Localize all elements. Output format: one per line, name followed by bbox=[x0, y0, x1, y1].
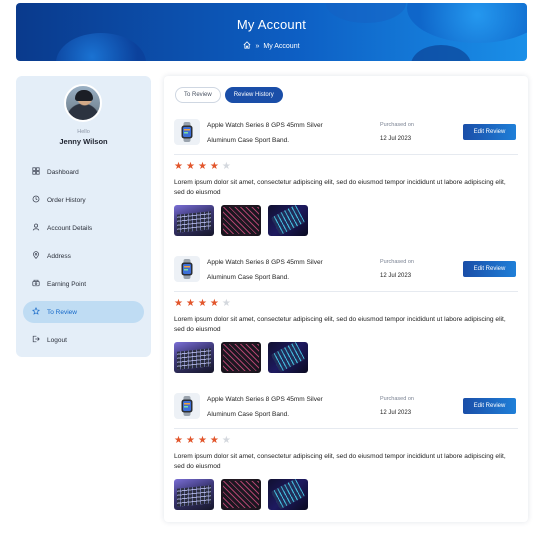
star-filled-icon: ★ bbox=[174, 161, 183, 172]
sidebar-item-label: Address bbox=[47, 252, 71, 260]
logout-icon bbox=[32, 335, 40, 345]
purchased-date: 12 Jul 2023 bbox=[380, 273, 412, 279]
purchased-label: Purchased on bbox=[380, 259, 414, 265]
sidebar-item-account-details[interactable]: Account Details bbox=[23, 217, 144, 239]
star-rating: ★ ★ ★ ★ ★ bbox=[174, 436, 231, 446]
user-icon bbox=[32, 223, 40, 233]
user-name: Jenny Wilson bbox=[59, 137, 108, 146]
review-photo-rgb-keyboard[interactable] bbox=[268, 205, 308, 236]
divider bbox=[174, 428, 518, 429]
product-variant: Aluminum Case Sport Band. bbox=[207, 137, 290, 144]
sidebar-item-label: Dashboard bbox=[47, 168, 79, 176]
breadcrumb-current: My Account bbox=[263, 42, 300, 50]
sidebar-item-earning-point[interactable]: Earning Point bbox=[23, 273, 144, 295]
product-thumbnail bbox=[174, 256, 200, 282]
review-text: Lorem ipsum dolor sit amet, consectetur … bbox=[174, 316, 506, 333]
review-item: Apple Watch Series 8 GPS 45mm Silver Alu… bbox=[174, 393, 518, 513]
star-filled-icon: ★ bbox=[209, 435, 219, 446]
review-panel: To Review Review History Apple Watch Ser… bbox=[164, 76, 528, 522]
star-filled-icon: ★ bbox=[197, 435, 207, 446]
review-photo-keycaps[interactable] bbox=[221, 342, 261, 373]
review-item: Apple Watch Series 8 GPS 45mm Silver Alu… bbox=[174, 256, 518, 376]
star-filled-icon: ★ bbox=[197, 161, 207, 172]
edit-review-button[interactable]: Edit Review bbox=[463, 398, 516, 414]
sidebar-menu: Dashboard Order History Account Details … bbox=[23, 161, 144, 357]
review-photo-keycaps[interactable] bbox=[221, 479, 261, 510]
history-icon bbox=[32, 195, 40, 205]
star-empty-icon: ★ bbox=[221, 161, 231, 172]
product-name[interactable]: Apple Watch Series 8 GPS 45mm Silver bbox=[207, 122, 323, 129]
sidebar-item-dashboard[interactable]: Dashboard bbox=[23, 161, 144, 183]
avatar bbox=[64, 84, 102, 122]
review-text: Lorem ipsum dolor sit amet, consectetur … bbox=[174, 453, 506, 470]
purchased-date: 12 Jul 2023 bbox=[380, 410, 412, 416]
review-tabs: To Review Review History bbox=[175, 87, 283, 103]
smartwatch-icon bbox=[181, 396, 193, 416]
tab-to-review[interactable]: To Review bbox=[175, 87, 221, 103]
star-rating: ★ ★ ★ ★ ★ bbox=[174, 162, 231, 172]
sidebar-item-to-review[interactable]: To Review bbox=[23, 301, 144, 323]
sidebar-item-label: Logout bbox=[47, 336, 67, 344]
edit-review-button[interactable]: Edit Review bbox=[463, 124, 516, 140]
smartwatch-icon bbox=[181, 122, 193, 142]
review-photo-keycaps[interactable] bbox=[221, 205, 261, 236]
page-title: My Account bbox=[236, 17, 307, 32]
star-icon bbox=[32, 307, 40, 317]
star-filled-icon: ★ bbox=[174, 435, 183, 446]
star-filled-icon: ★ bbox=[197, 298, 207, 309]
purchased-date: 12 Jul 2023 bbox=[380, 136, 412, 142]
page-banner: My Account » My Account bbox=[16, 3, 527, 61]
sidebar-item-label: Order History bbox=[47, 196, 86, 204]
coins-icon bbox=[32, 279, 40, 289]
smartwatch-icon bbox=[181, 259, 193, 279]
review-text: Lorem ipsum dolor sit amet, consectetur … bbox=[174, 179, 506, 196]
product-name[interactable]: Apple Watch Series 8 GPS 45mm Silver bbox=[207, 259, 323, 266]
review-photos bbox=[174, 342, 308, 373]
divider bbox=[174, 291, 518, 292]
star-rating: ★ ★ ★ ★ ★ bbox=[174, 299, 231, 309]
star-filled-icon: ★ bbox=[185, 435, 195, 446]
sidebar-item-logout[interactable]: Logout bbox=[23, 329, 144, 351]
sidebar-item-label: Account Details bbox=[47, 224, 93, 232]
review-photo-rgb-keyboard[interactable] bbox=[268, 342, 308, 373]
product-variant: Aluminum Case Sport Band. bbox=[207, 274, 290, 281]
account-sidebar: Hello Jenny Wilson Dashboard Order Histo… bbox=[16, 76, 151, 357]
product-thumbnail bbox=[174, 393, 200, 419]
product-name[interactable]: Apple Watch Series 8 GPS 45mm Silver bbox=[207, 396, 323, 403]
sidebar-item-label: Earning Point bbox=[47, 280, 87, 288]
product-variant: Aluminum Case Sport Band. bbox=[207, 411, 290, 418]
star-filled-icon: ★ bbox=[185, 298, 195, 309]
star-empty-icon: ★ bbox=[221, 298, 231, 309]
review-item: Apple Watch Series 8 GPS 45mm Silver Alu… bbox=[174, 119, 518, 239]
star-empty-icon: ★ bbox=[221, 435, 231, 446]
review-photos bbox=[174, 479, 308, 510]
product-thumbnail bbox=[174, 119, 200, 145]
purchased-label: Purchased on bbox=[380, 396, 414, 402]
home-icon[interactable] bbox=[243, 41, 251, 51]
sidebar-item-address[interactable]: Address bbox=[23, 245, 144, 267]
star-filled-icon: ★ bbox=[174, 298, 183, 309]
star-filled-icon: ★ bbox=[185, 161, 195, 172]
divider bbox=[174, 154, 518, 155]
location-pin-icon bbox=[32, 251, 40, 261]
review-photo-rgb-keyboard[interactable] bbox=[268, 479, 308, 510]
review-photos bbox=[174, 205, 308, 236]
sidebar-item-label: To Review bbox=[47, 308, 77, 316]
purchased-label: Purchased on bbox=[380, 122, 414, 128]
greeting: Hello bbox=[77, 129, 90, 135]
star-filled-icon: ★ bbox=[209, 161, 219, 172]
tab-review-history[interactable]: Review History bbox=[224, 87, 283, 103]
review-photo-keyboard[interactable] bbox=[174, 479, 214, 510]
sidebar-item-order-history[interactable]: Order History bbox=[23, 189, 144, 211]
edit-review-button[interactable]: Edit Review bbox=[463, 261, 516, 277]
breadcrumb: » My Account bbox=[16, 41, 527, 51]
review-photo-keyboard[interactable] bbox=[174, 342, 214, 373]
breadcrumb-separator: » bbox=[255, 42, 260, 50]
star-filled-icon: ★ bbox=[209, 298, 219, 309]
review-photo-keyboard[interactable] bbox=[174, 205, 214, 236]
grid-icon bbox=[32, 167, 40, 177]
